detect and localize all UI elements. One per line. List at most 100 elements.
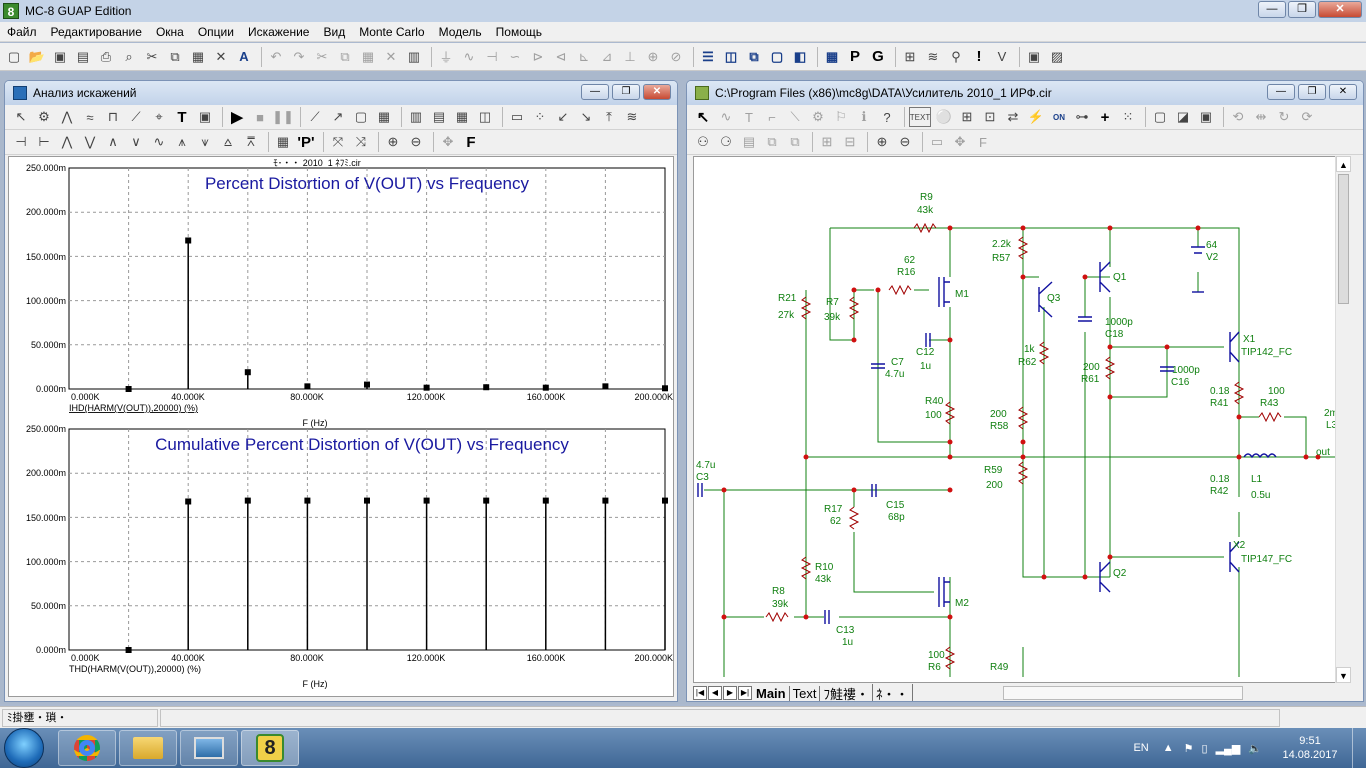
inflection-icon[interactable]: ∿ xyxy=(149,132,169,152)
maximize-button[interactable]: ❐ xyxy=(1288,1,1316,18)
pin-connections-icon[interactable]: ⇄ xyxy=(1003,107,1023,127)
paste-icon[interactable]: ▦ xyxy=(188,47,208,67)
node-numbers-icon[interactable]: ⚪ xyxy=(934,107,954,127)
schematic-restore-button[interactable]: ❐ xyxy=(1298,84,1326,100)
horizontal-grid-icon[interactable]: ▤ xyxy=(429,107,449,127)
delete-disabled-icon[interactable]: ✕ xyxy=(381,47,401,67)
battery-icon[interactable]: ⊥ xyxy=(620,47,640,67)
stack-2-icon[interactable]: ⧉ xyxy=(785,132,805,152)
probe-tool-icon[interactable]: ⚡ xyxy=(1026,107,1046,127)
cut-icon[interactable]: ✂ xyxy=(142,47,162,67)
text-tool-icon[interactable]: A xyxy=(234,47,254,67)
pnp-icon[interactable]: ⊿ xyxy=(597,47,617,67)
save-all-icon[interactable]: ▤ xyxy=(73,47,93,67)
menu-windows[interactable]: Окна xyxy=(149,25,191,39)
analysis-restore-button[interactable]: ❐ xyxy=(612,84,640,100)
npn-icon[interactable]: ⊾ xyxy=(574,47,594,67)
select-arrow-icon[interactable]: ↖ xyxy=(693,107,713,127)
graph-style-icon[interactable]: ⋀ xyxy=(57,107,77,127)
pan-icon[interactable]: ✥ xyxy=(438,132,458,152)
schematic-close-button[interactable]: ✕ xyxy=(1329,84,1357,100)
line-icon[interactable]: ⟋ xyxy=(305,107,325,127)
properties-icon[interactable]: ▣ xyxy=(1196,107,1216,127)
ortho-wire-icon[interactable]: ⌐ xyxy=(762,107,782,127)
language-indicator[interactable]: EN xyxy=(1133,742,1148,754)
diode-icon[interactable]: ⊳ xyxy=(528,47,548,67)
wire-icon[interactable]: ∿ xyxy=(716,107,736,127)
info-tool-icon[interactable]: ℹ xyxy=(854,107,874,127)
numeric-table-icon[interactable]: ▦ xyxy=(273,132,293,152)
components-icon[interactable]: ⊞ xyxy=(900,47,920,67)
border-icon[interactable]: ▢ xyxy=(1150,107,1170,127)
page-add-icon[interactable]: ⊞ xyxy=(817,132,837,152)
scale-icon[interactable]: ⚙ xyxy=(34,107,54,127)
paste-disabled-icon[interactable]: ▦ xyxy=(358,47,378,67)
data-points-icon[interactable]: ⁘ xyxy=(530,107,550,127)
page-remove-icon[interactable]: ⊟ xyxy=(840,132,860,152)
waveform-icon[interactable]: ≋ xyxy=(923,47,943,67)
volume-icon[interactable]: 🔈 xyxy=(1248,742,1262,755)
schematic-canvas[interactable]: R9 43k 62 R16 M1 R21 27k R7 39k C12 1u C… xyxy=(693,156,1341,683)
tray-expand-icon[interactable]: ▲ xyxy=(1163,742,1174,754)
next-page-icon[interactable]: ▶ xyxy=(723,686,737,700)
diagonal-wire-icon[interactable]: ⟍ xyxy=(785,107,805,127)
cross-icon[interactable]: + xyxy=(1095,107,1115,127)
cursor-mode-2-icon[interactable]: ⤨ xyxy=(351,132,371,152)
cursor-slope-icon[interactable]: ≋ xyxy=(622,107,642,127)
stop-icon[interactable]: ■ xyxy=(250,107,270,127)
g-button[interactable]: G xyxy=(868,47,888,67)
photos-taskbar-icon[interactable] xyxy=(180,730,238,766)
redo-icon[interactable]: ↷ xyxy=(289,47,309,67)
help-tool-icon[interactable]: ? xyxy=(877,107,897,127)
copy-icon[interactable]: ⧉ xyxy=(165,47,185,67)
network-icon[interactable]: ▂▄▆ xyxy=(1216,742,1241,755)
prev-page-icon[interactable]: ◀ xyxy=(708,686,722,700)
explorer-taskbar-icon[interactable] xyxy=(119,730,177,766)
schematic-vertical-scrollbar[interactable]: ▲ ▼ xyxy=(1335,156,1351,683)
analysis-minimize-button[interactable]: — xyxy=(581,84,609,100)
p-button[interactable]: P xyxy=(845,47,865,67)
new-file-icon[interactable]: ▢ xyxy=(4,47,24,67)
menu-file[interactable]: Файл xyxy=(0,25,44,39)
source-icon[interactable]: ⊕ xyxy=(643,47,663,67)
flip-icon[interactable]: ⇹ xyxy=(1251,107,1271,127)
wire-node-icon[interactable]: ⊶ xyxy=(1072,107,1092,127)
tile-vertical-icon[interactable]: ◫ xyxy=(721,47,741,67)
cursor-left-icon[interactable]: ↙ xyxy=(553,107,573,127)
p-tag-icon[interactable]: 'P' xyxy=(296,132,316,152)
start-button[interactable] xyxy=(4,728,44,768)
text-icon[interactable]: T xyxy=(172,107,192,127)
color-icon[interactable]: ▭ xyxy=(927,132,947,152)
refresh-icon[interactable]: ⟳ xyxy=(1297,107,1317,127)
scroll-down-icon[interactable]: ▼ xyxy=(1336,667,1351,683)
first-page-icon[interactable]: |◀ xyxy=(693,686,707,700)
cursor-mode-icon[interactable]: ⤧ xyxy=(328,132,348,152)
minor-grid-icon[interactable]: ◫ xyxy=(475,107,495,127)
fine-grid-icon[interactable]: ▦ xyxy=(452,107,472,127)
rotate-icon[interactable]: ⟲ xyxy=(1228,107,1248,127)
zoom-in-icon[interactable]: ⊕ xyxy=(383,132,403,152)
stack-icon[interactable]: ⧉ xyxy=(762,132,782,152)
schematic-minimize-button[interactable]: — xyxy=(1267,84,1295,100)
find-icon[interactable]: ⚆ xyxy=(716,132,736,152)
menu-model[interactable]: Модель xyxy=(432,25,489,39)
calculator-icon[interactable]: ▦ xyxy=(822,47,842,67)
f-button[interactable]: F xyxy=(461,132,481,152)
clock[interactable]: 9:51 14.08.2017 xyxy=(1268,734,1352,762)
print-icon[interactable]: ⎙ xyxy=(96,47,116,67)
vertical-grid-icon[interactable]: ▥ xyxy=(406,107,426,127)
tag-icon[interactable]: ⌖ xyxy=(149,107,169,127)
print-preview-icon[interactable]: ⌕ xyxy=(119,47,139,67)
cursor-prev-icon[interactable]: ⊢ xyxy=(34,132,54,152)
global-low-icon[interactable]: ⩛ xyxy=(195,132,215,152)
baseline-icon[interactable]: ▭ xyxy=(507,107,527,127)
tab-info[interactable]: ﾈ・・ xyxy=(873,683,913,701)
delete-icon[interactable]: ✕ xyxy=(211,47,231,67)
arrow-line-icon[interactable]: ↗ xyxy=(328,107,348,127)
image-icon[interactable]: ▨ xyxy=(1047,47,1067,67)
tile-horizontal-icon[interactable]: ☰ xyxy=(698,47,718,67)
grid-dots-icon[interactable]: ⁙ xyxy=(1118,107,1138,127)
flag-icon[interactable]: ⚑ xyxy=(1184,742,1194,755)
split-window-icon[interactable]: ◧ xyxy=(790,47,810,67)
select-all-icon[interactable]: ▥ xyxy=(404,47,424,67)
